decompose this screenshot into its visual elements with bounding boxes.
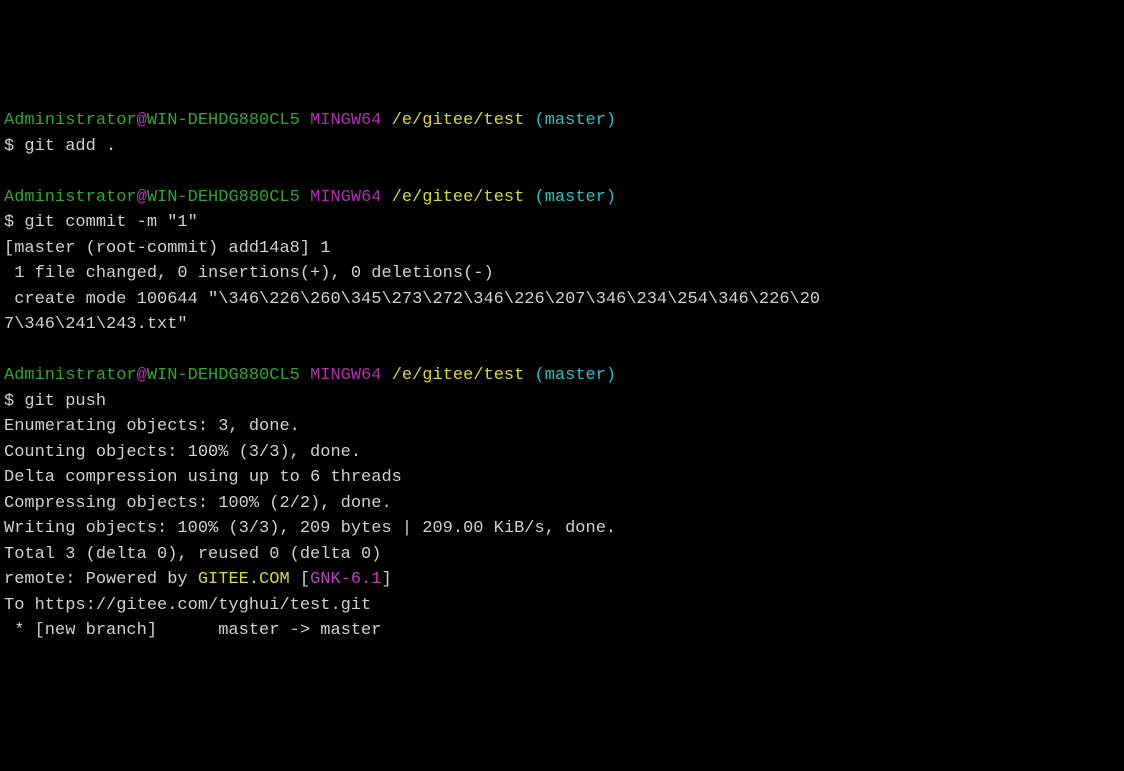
prompt-host: WIN-DEHDG880CL5	[147, 366, 300, 385]
prompt-dollar: $	[4, 392, 24, 411]
prompt-branch: (master)	[535, 188, 617, 207]
prompt-at: @	[137, 111, 147, 130]
prompt-line: Administrator@WIN-DEHDG880CL5 MINGW64 /e…	[4, 363, 1120, 389]
prompt-dollar: $	[4, 137, 24, 156]
prompt-branch: (master)	[535, 366, 617, 385]
output-line: 7\346\241\243.txt"	[4, 312, 1120, 338]
command-text: git add .	[24, 137, 116, 156]
command-line[interactable]: $ git push	[4, 389, 1120, 415]
prompt-at: @	[137, 366, 147, 385]
prompt-line: Administrator@WIN-DEHDG880CL5 MINGW64 /e…	[4, 185, 1120, 211]
terminal-window[interactable]: Administrator@WIN-DEHDG880CL5 MINGW64 /e…	[4, 108, 1120, 644]
prompt-dollar: $	[4, 213, 24, 232]
prompt-path: /e/gitee/test	[392, 188, 525, 207]
output-line: create mode 100644 "\346\226\260\345\273…	[4, 287, 1120, 313]
output-text: remote: Powered by	[4, 570, 198, 589]
output-text: ]	[382, 570, 392, 589]
blank-line	[4, 159, 1120, 185]
prompt-path: /e/gitee/test	[392, 366, 525, 385]
output-line: Total 3 (delta 0), reused 0 (delta 0)	[4, 542, 1120, 568]
prompt-at: @	[137, 188, 147, 207]
prompt-user: Administrator	[4, 111, 137, 130]
prompt-env: MINGW64	[310, 366, 381, 385]
output-line: Writing objects: 100% (3/3), 209 bytes |…	[4, 516, 1120, 542]
output-line: 1 file changed, 0 insertions(+), 0 delet…	[4, 261, 1120, 287]
output-text: [	[290, 570, 310, 589]
output-line: Enumerating objects: 3, done.	[4, 414, 1120, 440]
prompt-path: /e/gitee/test	[392, 111, 525, 130]
gitee-label: GITEE.COM	[198, 570, 290, 589]
output-line: [master (root-commit) add14a8] 1	[4, 236, 1120, 262]
command-text: git commit -m "1"	[24, 213, 197, 232]
prompt-branch: (master)	[535, 111, 617, 130]
gnk-label: GNK-6.1	[310, 570, 381, 589]
prompt-user: Administrator	[4, 366, 137, 385]
prompt-user: Administrator	[4, 188, 137, 207]
command-text: git push	[24, 392, 106, 411]
output-line: Delta compression using up to 6 threads	[4, 465, 1120, 491]
prompt-host: WIN-DEHDG880CL5	[147, 111, 300, 130]
command-line[interactable]: $ git add .	[4, 134, 1120, 160]
prompt-host: WIN-DEHDG880CL5	[147, 188, 300, 207]
output-line: Counting objects: 100% (3/3), done.	[4, 440, 1120, 466]
prompt-env: MINGW64	[310, 111, 381, 130]
output-line: Compressing objects: 100% (2/2), done.	[4, 491, 1120, 517]
prompt-env: MINGW64	[310, 188, 381, 207]
command-line[interactable]: $ git commit -m "1"	[4, 210, 1120, 236]
prompt-line: Administrator@WIN-DEHDG880CL5 MINGW64 /e…	[4, 108, 1120, 134]
output-line: remote: Powered by GITEE.COM [GNK-6.1]	[4, 567, 1120, 593]
blank-line	[4, 338, 1120, 364]
output-line: To https://gitee.com/tyghui/test.git	[4, 593, 1120, 619]
